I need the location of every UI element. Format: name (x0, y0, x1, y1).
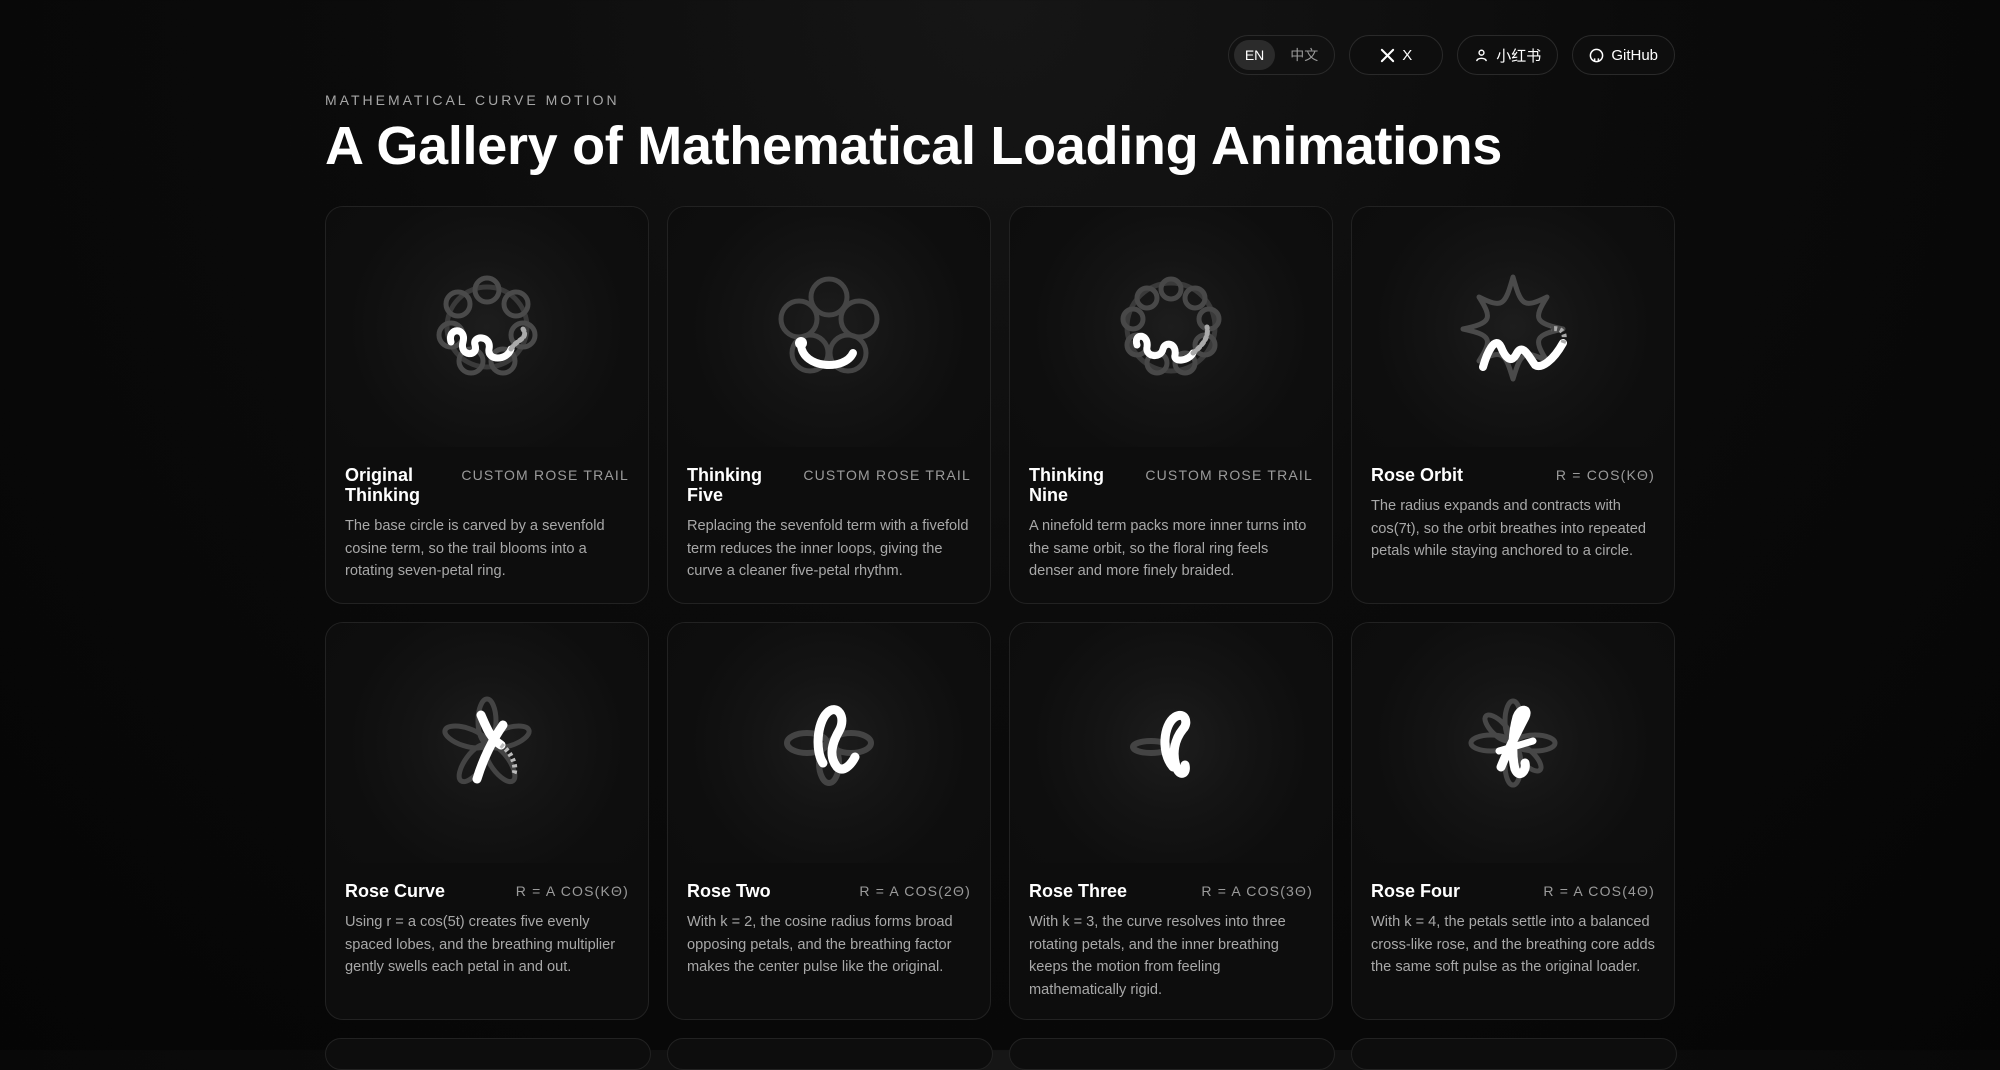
card-description: Replacing the sevenfold term with a five… (687, 518, 969, 579)
animation-stage (668, 207, 990, 447)
card-formula-tag: R = A COS(4Θ) (1543, 883, 1655, 899)
animation-stage (326, 623, 648, 863)
card-title: Thinking Nine (1029, 465, 1104, 505)
lang-en-button[interactable]: EN (1233, 40, 1276, 70)
five-petal-ring-icon (778, 276, 880, 374)
github-link-label: GitHub (1611, 46, 1658, 64)
animation-gallery: Original Thinking CUSTOM ROSE TRAIL The … (325, 206, 1675, 1020)
card-description: The base circle is carved by a sevenfold… (345, 518, 605, 579)
card-formula-tag: R = COS(KΘ) (1555, 467, 1655, 483)
animation-stage (1352, 623, 1674, 863)
card-description: With k = 2, the cosine radius forms broa… (687, 914, 953, 975)
card-rose-three[interactable]: Rose Three R = A COS(3Θ) With k = 3, the… (1009, 622, 1333, 1020)
x-link-label: X (1402, 46, 1413, 64)
rose-three-icon (1130, 711, 1191, 778)
card-formula-tag: CUSTOM ROSE TRAIL (461, 467, 629, 483)
eyebrow-label: MATHEMATICAL CURVE MOTION (325, 92, 620, 108)
card-thinking-five[interactable]: Thinking Five CUSTOM ROSE TRAIL Replacin… (667, 206, 991, 604)
x-icon (1381, 48, 1395, 62)
person-icon (1476, 49, 1488, 61)
card-peek (667, 1038, 993, 1070)
card-formula-tag: CUSTOM ROSE TRAIL (803, 467, 971, 483)
card-description: Using r = a cos(5t) creates five evenly … (345, 914, 616, 975)
xiaohongshu-link[interactable]: 小红书 (1457, 35, 1559, 75)
rose-two-icon (784, 705, 874, 786)
page-title: A Gallery of Mathematical Loading Animat… (325, 116, 1502, 176)
card-formula-tag: R = A COS(3Θ) (1201, 883, 1313, 899)
xiaohongshu-link-label: 小红书 (1496, 47, 1542, 65)
seven-petal-ring-icon (436, 275, 538, 376)
github-icon (1589, 48, 1604, 62)
card-description: A ninefold term packs more inner turns i… (1029, 518, 1307, 579)
card-original-thinking[interactable]: Original Thinking CUSTOM ROSE TRAIL The … (325, 206, 649, 604)
card-peek (325, 1038, 651, 1070)
nine-petal-ring-icon (1120, 276, 1222, 376)
animation-stage (1352, 207, 1674, 447)
card-rose-two[interactable]: Rose Two R = A COS(2Θ) With k = 2, the c… (667, 622, 991, 1020)
animation-stage (1010, 623, 1332, 863)
card-rose-orbit[interactable]: Rose Orbit R = COS(KΘ) The radius expand… (1351, 206, 1675, 604)
animation-stage (1010, 207, 1332, 447)
card-peek (1351, 1038, 1677, 1070)
card-description: With k = 4, the petals settle into a bal… (1371, 914, 1655, 975)
card-thinking-nine[interactable]: Thinking Nine CUSTOM ROSE TRAIL A ninefo… (1009, 206, 1333, 604)
top-nav: EN 中文 X 小红书 GitHub (1227, 35, 1675, 75)
language-switch: EN 中文 (1227, 35, 1336, 75)
lang-zh-button[interactable]: 中文 (1279, 38, 1329, 72)
card-formula-tag: R = A COS(2Θ) (859, 883, 971, 899)
rose-orbit-icon (1460, 274, 1567, 382)
card-title: Rose Three (1029, 881, 1128, 901)
card-title: Thinking Five (687, 465, 762, 505)
card-title: Rose Four (1371, 881, 1461, 901)
card-rose-curve[interactable]: Rose Curve R = A COS(KΘ) Using r = a cos… (325, 622, 649, 1020)
x-link[interactable]: X (1349, 35, 1444, 75)
card-title: Rose Orbit (1371, 465, 1464, 485)
animation-stage (326, 207, 648, 447)
card-description: With k = 3, the curve resolves into thre… (1029, 914, 1286, 998)
card-formula-tag: CUSTOM ROSE TRAIL (1145, 467, 1313, 483)
card-description: The radius expands and contracts with co… (1371, 498, 1647, 559)
card-title: Rose Two (687, 881, 771, 901)
card-rose-four[interactable]: Rose Four R = A COS(4Θ) With k = 4, the … (1351, 622, 1675, 1020)
animation-stage (668, 623, 990, 863)
github-link[interactable]: GitHub (1572, 35, 1675, 75)
card-formula-tag: R = A COS(KΘ) (515, 883, 629, 899)
card-title: Rose Curve (345, 881, 446, 901)
rose-curve-icon (442, 696, 532, 785)
card-title: Original Thinking (345, 465, 420, 505)
card-peek (1009, 1038, 1335, 1070)
rose-four-icon (1468, 698, 1558, 788)
